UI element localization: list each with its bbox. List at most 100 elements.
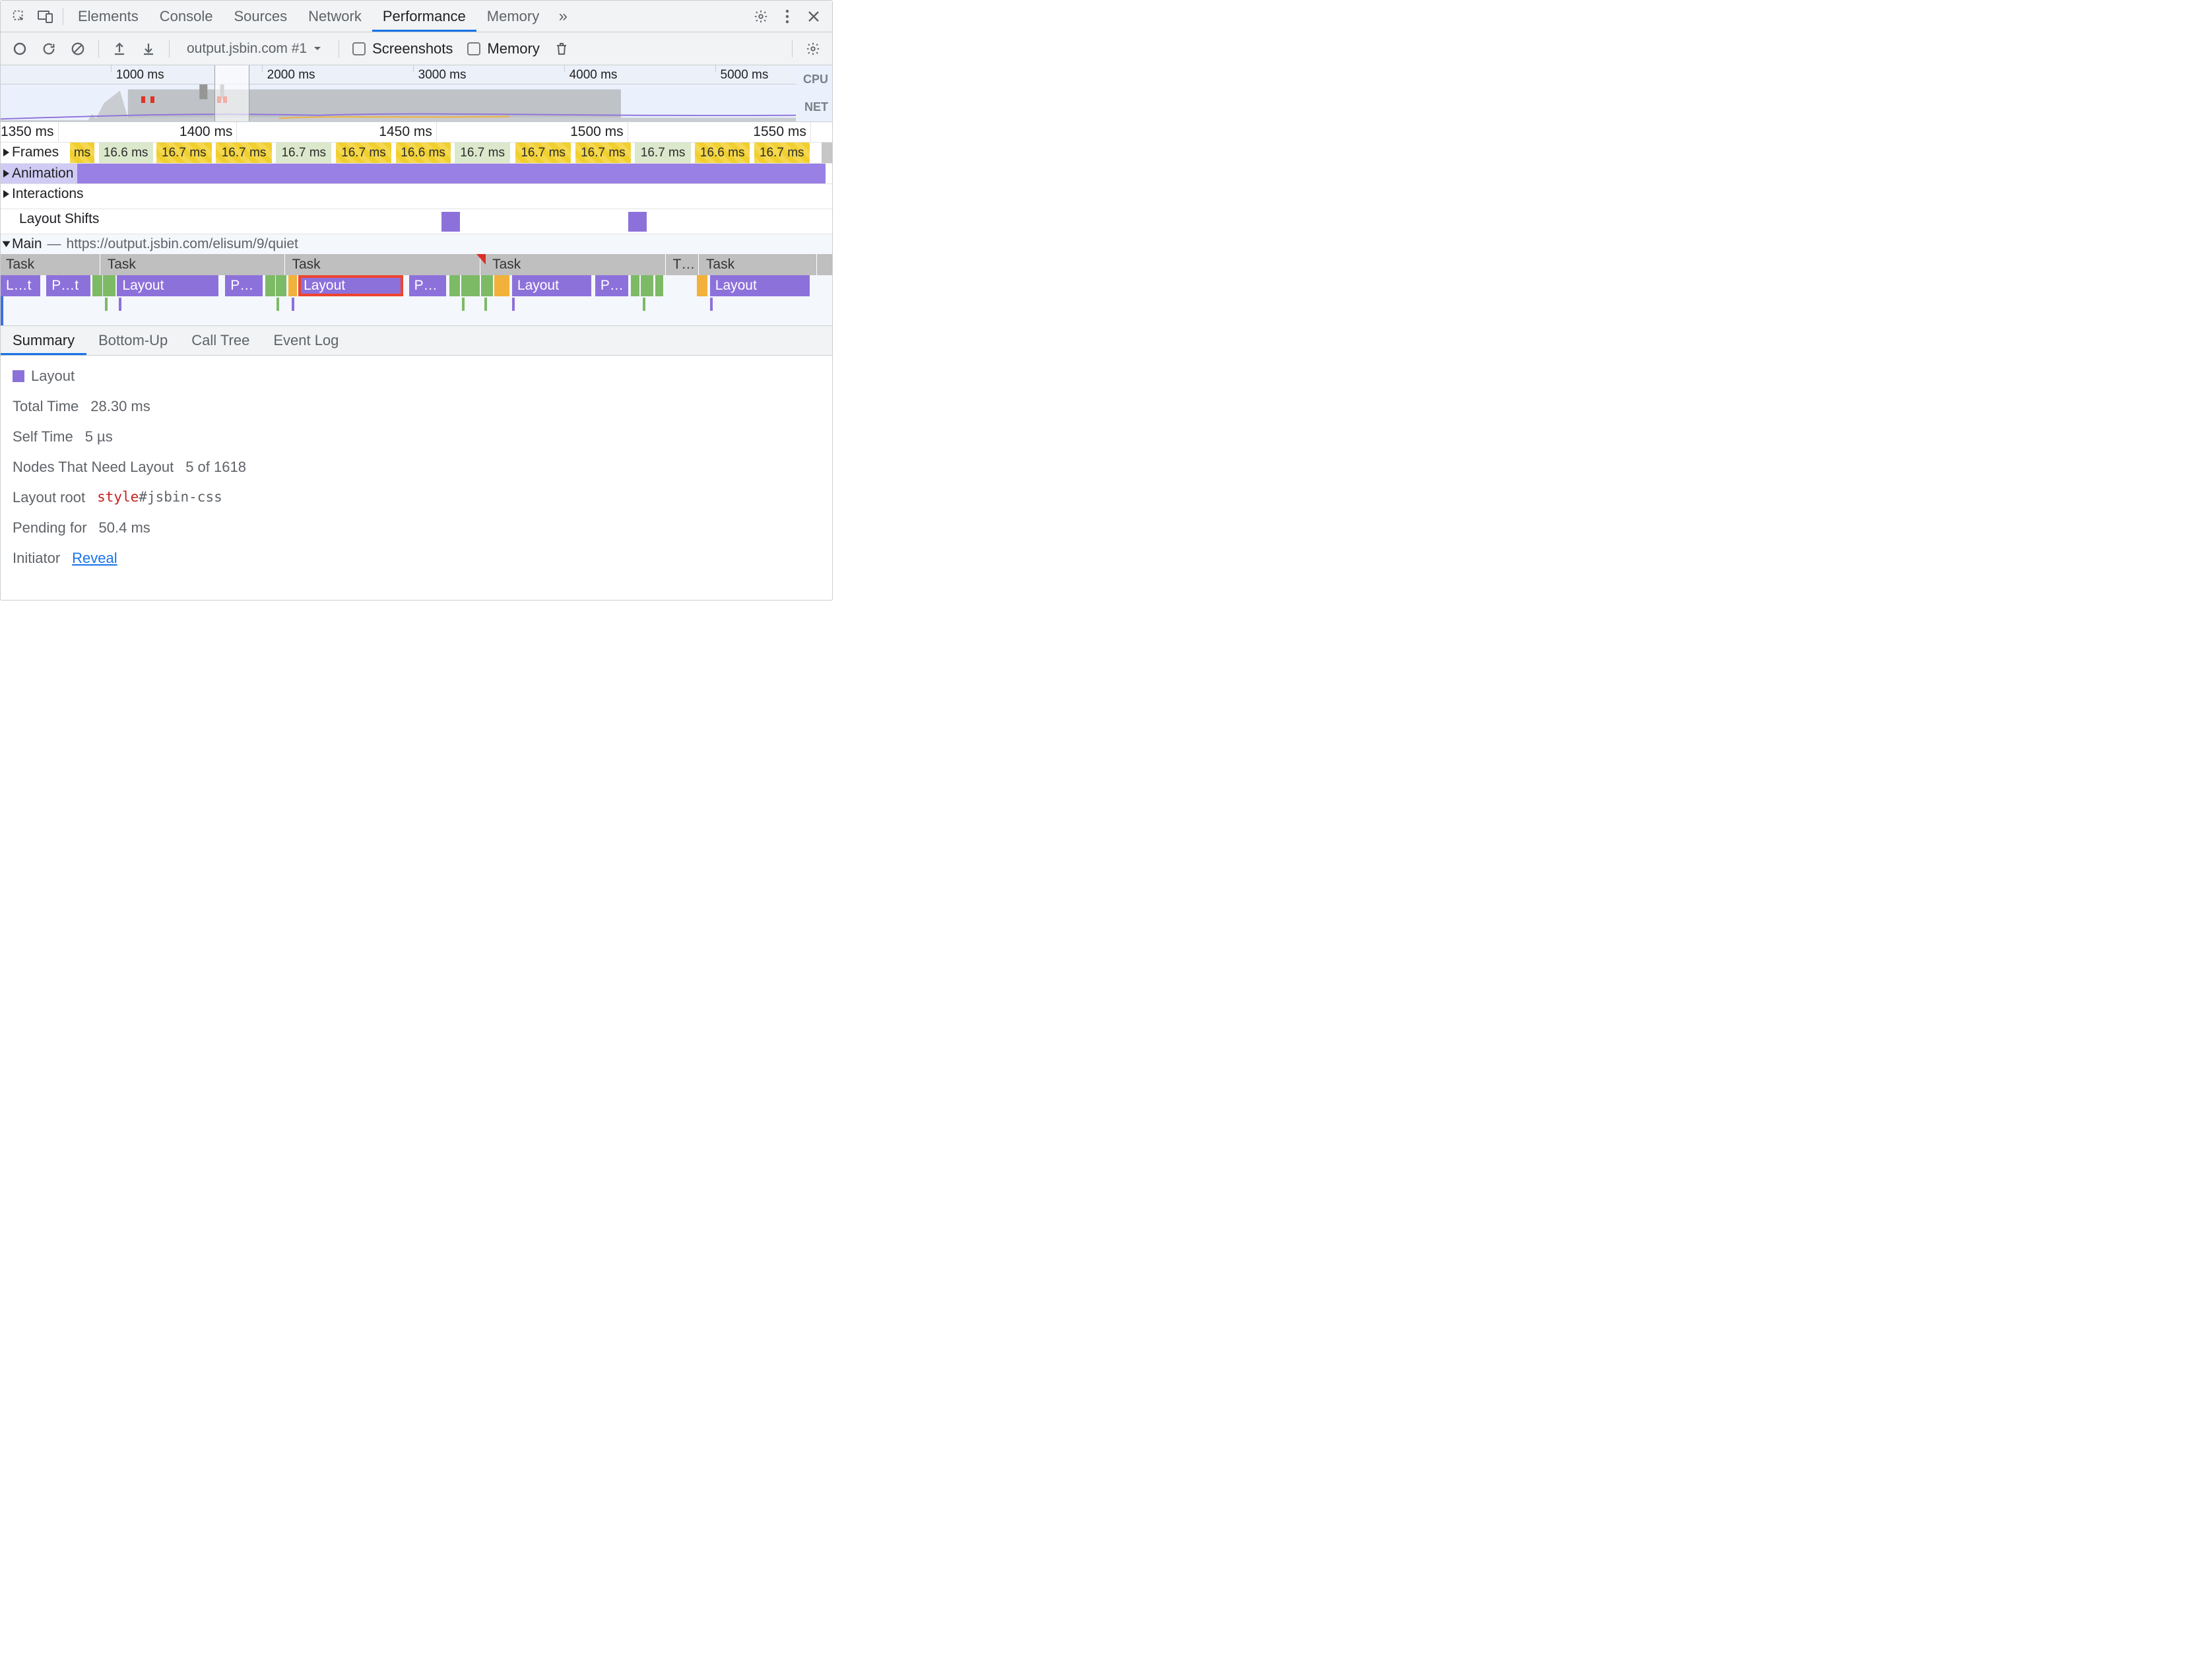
flame-chart-area[interactable]: 1350 ms1400 ms1450 ms1500 ms1550 ms Fram… [1, 122, 832, 325]
frame-cell[interactable]: 16.7 ms [216, 143, 271, 164]
flame-bar-selected[interactable]: Layout [298, 275, 403, 296]
flame-bar[interactable]: Layout [710, 275, 810, 296]
flame-bar[interactable] [494, 275, 509, 296]
overview-timeline[interactable]: 1000 ms2000 ms3000 ms4000 ms5000 ms CPU … [1, 65, 832, 122]
frames-lane-header[interactable]: Frames [1, 143, 63, 162]
download-profile-icon[interactable] [136, 32, 161, 65]
flame-sliver[interactable] [276, 298, 279, 311]
record-icon[interactable] [7, 32, 32, 65]
frame-cell[interactable]: 16.7 ms [575, 143, 631, 164]
reload-record-icon[interactable] [36, 32, 61, 65]
flame-sliver[interactable] [484, 298, 487, 311]
task-block[interactable]: Task [1, 254, 100, 275]
flame-bar[interactable] [655, 275, 664, 296]
layout-shift-block[interactable] [441, 212, 460, 232]
more-tabs-icon[interactable]: » [550, 1, 576, 32]
target-select[interactable]: output.jsbin.com #1 [178, 41, 331, 57]
flame-bar[interactable] [631, 275, 639, 296]
task-block[interactable]: Task [701, 254, 817, 275]
clear-icon[interactable] [65, 32, 90, 65]
flame-bar[interactable]: P… [595, 275, 628, 296]
task-block[interactable]: Task [487, 254, 666, 275]
task-block[interactable]: Task [102, 254, 285, 275]
screenshots-checkbox[interactable]: Screenshots [347, 40, 458, 57]
flame-bar[interactable] [92, 275, 102, 296]
flame-bar[interactable]: P… [225, 275, 263, 296]
flame-bar[interactable] [288, 275, 297, 296]
frame-cell[interactable]: 16.6 ms [695, 143, 750, 164]
summary-layoutroot-value[interactable]: style#jsbin-css [97, 489, 222, 506]
detail-pane-tabs: SummaryBottom-UpCall TreeEvent Log [1, 325, 832, 356]
flame-sliver[interactable] [643, 298, 645, 311]
detail-tab-call-tree[interactable]: Call Tree [179, 326, 261, 355]
device-toolbar-icon[interactable] [32, 1, 59, 32]
layout-shift-block[interactable] [628, 212, 647, 232]
flame-bar[interactable]: Layout [512, 275, 591, 296]
frames-lane[interactable]: Frames ms16.6 ms16.7 ms16.7 ms16.7 ms16.… [1, 142, 832, 163]
summary-layoutroot-label: Layout root [13, 489, 85, 506]
frame-cell[interactable]: ms [70, 143, 95, 164]
frame-cell[interactable]: 16.6 ms [99, 143, 153, 164]
detail-tab-bottom-up[interactable]: Bottom-Up [86, 326, 179, 355]
frame-cell[interactable]: 16.7 ms [635, 143, 690, 164]
flame-sliver[interactable] [119, 298, 121, 311]
flame-sliver[interactable] [105, 298, 108, 311]
devtools-tab-elements[interactable]: Elements [67, 1, 149, 32]
flame-bar[interactable]: Layout [117, 275, 218, 296]
frame-cell[interactable]: 16.7 ms [754, 143, 810, 164]
detail-tab-event-log[interactable]: Event Log [261, 326, 350, 355]
frame-cell[interactable]: 16.6 ms [396, 143, 451, 164]
devtools-tab-console[interactable]: Console [149, 1, 224, 32]
summary-pendingfor-label: Pending for [13, 519, 87, 537]
flame-bar[interactable] [265, 275, 275, 296]
flame-bar[interactable] [481, 275, 493, 296]
flame-bar[interactable] [276, 275, 286, 296]
summary-initiator-reveal-link[interactable]: Reveal [72, 550, 117, 567]
flame-sliver[interactable] [292, 298, 294, 311]
animation-lane[interactable]: Animation [1, 163, 832, 183]
flame-bar[interactable] [697, 275, 702, 296]
kebab-menu-icon[interactable] [774, 1, 800, 32]
interactions-lane[interactable]: Interactions [1, 183, 832, 209]
task-block[interactable]: Task [286, 254, 480, 275]
flame-sliver[interactable] [512, 298, 515, 311]
frame-cell[interactable]: 16.7 ms [276, 143, 331, 164]
overview-cpu-chart [1, 84, 796, 121]
flame-bar[interactable] [641, 275, 653, 296]
overview-selection[interactable] [214, 65, 249, 121]
flame-bar[interactable]: P…t [46, 275, 90, 296]
upload-profile-icon[interactable] [107, 32, 132, 65]
close-icon[interactable] [800, 1, 827, 32]
devtools-tab-performance[interactable]: Performance [372, 1, 476, 32]
task-block[interactable]: T… [668, 254, 699, 275]
memory-checkbox[interactable]: Memory [462, 40, 544, 57]
flame-sliver[interactable] [462, 298, 465, 311]
layout-shifts-lane[interactable]: Layout Shifts [1, 209, 832, 234]
settings-icon[interactable] [748, 1, 774, 32]
devtools-tab-memory[interactable]: Memory [476, 1, 550, 32]
flame-bar[interactable] [103, 275, 115, 296]
interactions-lane-header[interactable]: Interactions [1, 184, 88, 204]
capture-settings-icon[interactable] [800, 32, 826, 65]
collect-garbage-icon[interactable] [549, 32, 574, 65]
summary-initiator-label: Initiator [13, 550, 60, 567]
flame-bar[interactable] [702, 275, 707, 296]
animation-lane-header[interactable]: Animation [1, 164, 77, 183]
main-thread-lane[interactable]: Main — https://output.jsbin.com/elisum/9… [1, 234, 832, 325]
main-lane-header[interactable]: Main — https://output.jsbin.com/elisum/9… [1, 234, 832, 254]
devtools-tab-sources[interactable]: Sources [223, 1, 298, 32]
separator [169, 40, 170, 57]
flame-bar[interactable]: L…t [1, 275, 40, 296]
frame-cell[interactable]: 16.7 ms [515, 143, 571, 164]
detail-tab-summary[interactable]: Summary [1, 326, 86, 355]
flame-bar[interactable] [461, 275, 480, 296]
frame-cell[interactable]: 16.7 ms [336, 143, 391, 164]
inspect-element-icon[interactable] [6, 1, 32, 32]
layout-shifts-lane-header[interactable]: Layout Shifts [1, 209, 103, 229]
flame-sliver[interactable] [710, 298, 713, 311]
frame-cell[interactable]: 16.7 ms [156, 143, 212, 164]
frame-cell[interactable]: 16.7 ms [455, 143, 510, 164]
devtools-tab-network[interactable]: Network [298, 1, 372, 32]
flame-bar[interactable] [449, 275, 459, 296]
flame-bar[interactable]: P… [409, 275, 447, 296]
